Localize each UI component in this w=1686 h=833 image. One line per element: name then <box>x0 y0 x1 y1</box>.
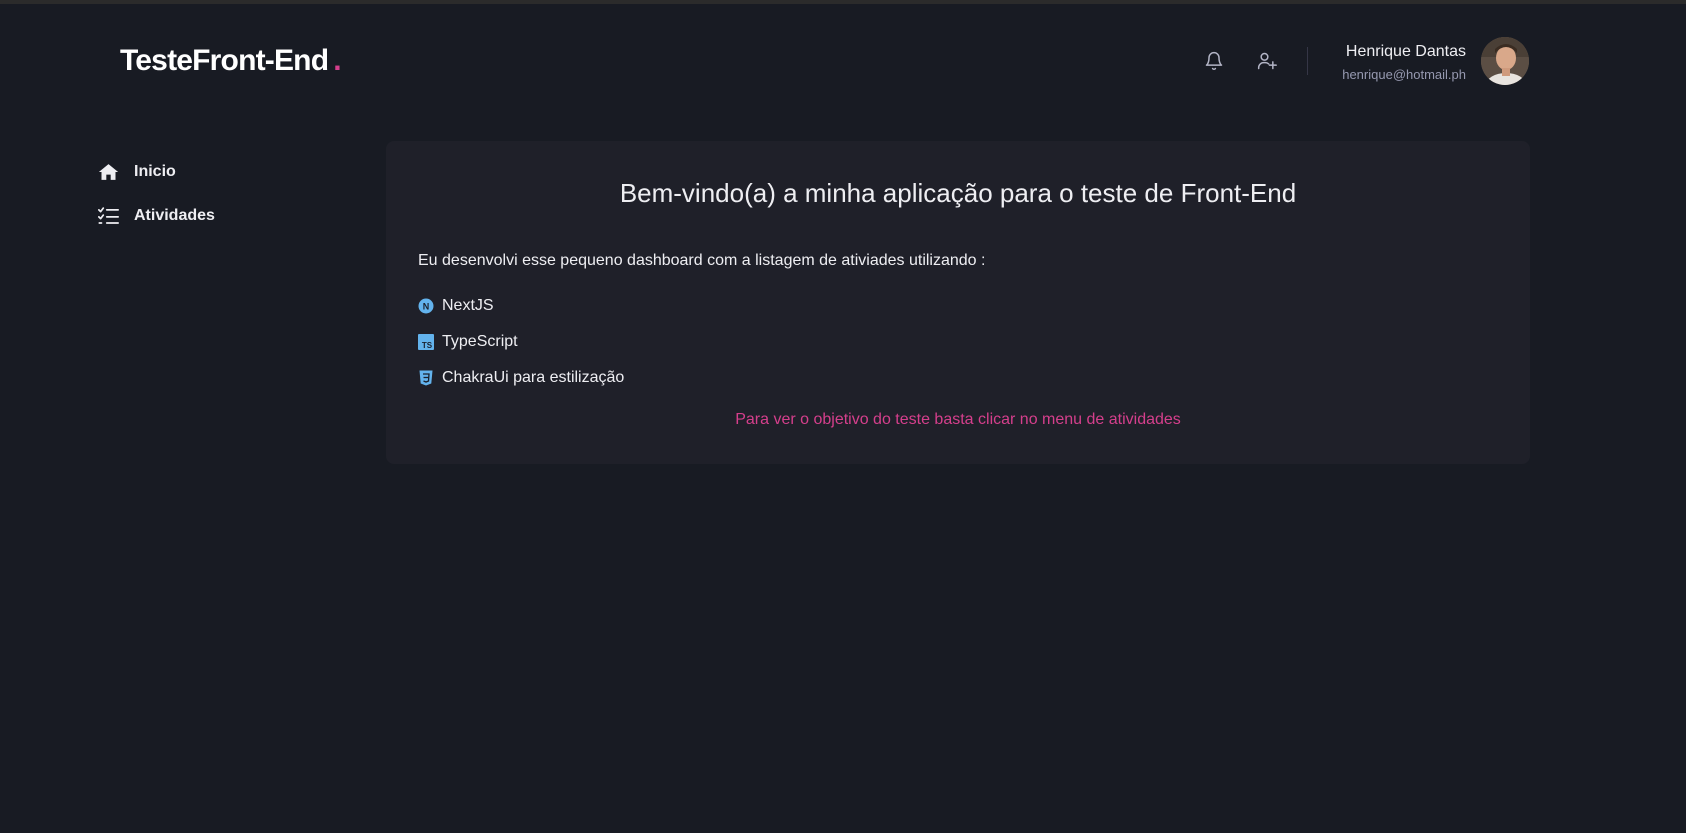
list-item: ChakraUi para estilização <box>418 367 624 389</box>
page-title: Bem-vindo(a) a minha aplicação para o te… <box>619 178 1297 208</box>
list-check-icon <box>97 205 119 227</box>
user-plus-icon <box>1257 52 1277 70</box>
header-divider <box>1307 47 1308 75</box>
window-top-strip <box>0 0 1686 4</box>
avatar-photo <box>1481 37 1529 85</box>
tech-label: ChakraUi para estilização <box>442 369 625 386</box>
avatar[interactable] <box>1481 37 1529 85</box>
user-name: Henrique Dantas <box>1345 43 1466 60</box>
svg-text:N: N <box>423 302 430 312</box>
notifications-button[interactable] <box>1200 47 1228 75</box>
list-item: TS TypeScript <box>418 331 624 353</box>
add-user-button[interactable] <box>1253 47 1281 75</box>
sidebar-nav: Inicio Atividades <box>97 160 215 248</box>
tech-list: N NextJS TS TypeScript ChakraUi para est… <box>418 295 624 403</box>
intro-text: Eu desenvolvi esse pequeno dashboard com… <box>418 252 986 269</box>
sidebar-item-label: Inicio <box>134 163 176 180</box>
user-profile: Henrique Dantas henrique@hotmail.ph <box>1342 42 1466 83</box>
app-logo[interactable]: TesteFront-End. <box>120 44 342 78</box>
welcome-card: Bem-vindo(a) a minha aplicação para o te… <box>386 141 1530 464</box>
user-email: henrique@hotmail.ph <box>1342 67 1466 82</box>
logo-text: TesteFront-End <box>120 44 329 77</box>
sidebar-item-atividades[interactable]: Atividades <box>97 204 215 228</box>
css3-icon <box>418 370 434 386</box>
activities-hint-text: Para ver o objetivo do teste basta clica… <box>735 411 1181 428</box>
bell-icon <box>1205 51 1223 71</box>
typescript-icon: TS <box>418 334 434 350</box>
tech-label: NextJS <box>442 297 494 314</box>
list-item: N NextJS <box>418 295 624 317</box>
sidebar-item-inicio[interactable]: Inicio <box>97 160 215 184</box>
home-icon <box>97 161 119 183</box>
tech-label: TypeScript <box>442 333 518 350</box>
svg-text:TS: TS <box>422 341 433 350</box>
logo-dot: . <box>333 44 341 77</box>
sidebar-item-label: Atividades <box>134 207 215 224</box>
nextjs-icon: N <box>418 298 434 314</box>
